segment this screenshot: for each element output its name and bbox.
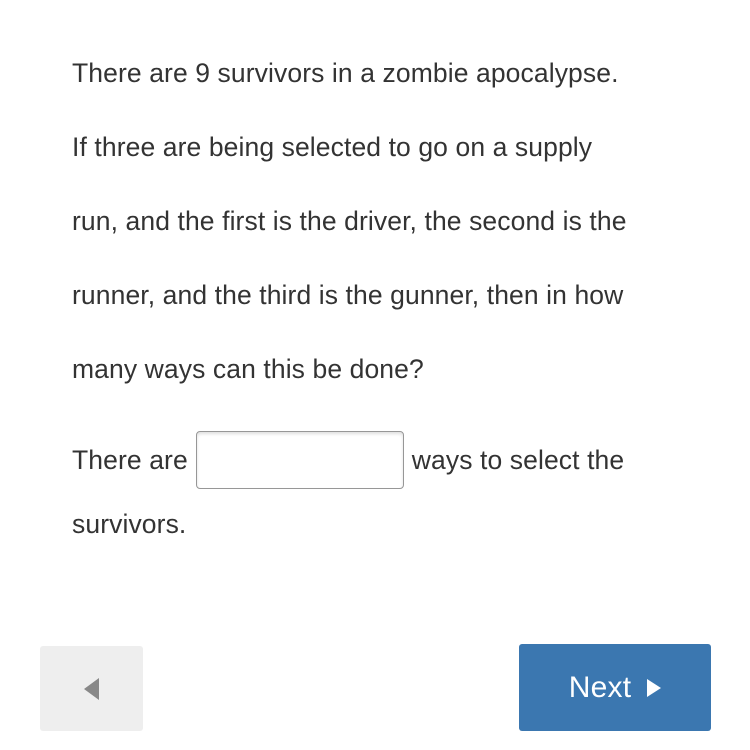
next-button-label: Next xyxy=(568,670,632,704)
answer-sentence-line-1: There are ways to select the xyxy=(72,430,712,490)
question-line: runner, and the third is the gunner, the… xyxy=(72,280,624,310)
exercise-panel: There are 9 survivors in a zombie apocal… xyxy=(0,0,750,750)
answer-continuation-label: survivors. xyxy=(72,509,187,539)
question-line: If three are being selected to go on a s… xyxy=(72,132,593,162)
next-button[interactable]: Next xyxy=(519,644,711,731)
question-line: run, and the first is the driver, the se… xyxy=(72,206,627,236)
answer-input[interactable] xyxy=(195,431,404,489)
question-line: many ways can this be done? xyxy=(72,354,424,384)
question-line: There are 9 survivors in a zombie apocal… xyxy=(72,58,619,88)
answer-suffix-label: ways to select the xyxy=(411,445,625,475)
triangle-left-icon xyxy=(84,677,99,700)
question-prompt: There are 9 survivors in a zombie apocal… xyxy=(72,36,684,406)
answer-prefix-label: There are xyxy=(72,445,188,475)
triangle-right-icon xyxy=(647,678,662,697)
answer-sentence: There are ways to select the survivors. xyxy=(72,430,712,544)
back-button[interactable] xyxy=(40,646,143,731)
answer-sentence-line-2: survivors. xyxy=(72,504,712,544)
navigation-bar: Next xyxy=(0,644,750,734)
